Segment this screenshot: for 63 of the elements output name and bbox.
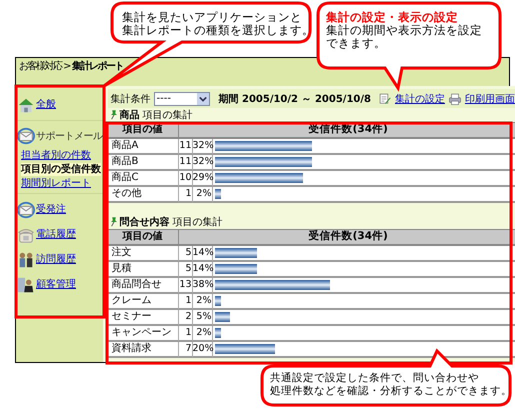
table-cell: 2% xyxy=(192,326,212,342)
table-cell: 見積 xyxy=(108,262,178,278)
section-title: 問合せ内容 項目の集計 xyxy=(120,215,223,229)
condition-label: 集計条件 xyxy=(110,92,150,106)
table-cell: 29% xyxy=(192,171,212,187)
menu-link[interactable]: 受発注 xyxy=(36,203,66,216)
section-title: 商品 項目の集計 xyxy=(120,108,193,122)
table-cell: 注文 xyxy=(108,246,178,262)
table-cell: 11 xyxy=(178,139,192,155)
printer-icon xyxy=(448,92,462,106)
mail-icon xyxy=(17,200,35,220)
menu-link[interactable]: 電話履歴 xyxy=(36,228,76,241)
table-cell: 5 xyxy=(178,246,192,262)
column-header: 項目の値 xyxy=(108,230,178,246)
menu-link[interactable]: 訪問履歴 xyxy=(36,253,76,266)
mail-icon xyxy=(17,126,35,146)
table-cell: 38% xyxy=(192,278,212,294)
breadcrumb: お客様対応 > 集計レポート xyxy=(19,60,123,73)
table-cell: 32% xyxy=(192,139,212,155)
table-cell: セミナー xyxy=(108,310,178,326)
callout-text: 共通設定で設定した条件で、問い合わせや xyxy=(270,372,480,385)
table-cell: 2% xyxy=(192,187,212,203)
table-cell: クレーム xyxy=(108,294,178,310)
menu-link[interactable]: 顧客管理 xyxy=(36,278,76,291)
table-cell: 7 xyxy=(178,342,192,358)
table-cell: 32% xyxy=(192,155,212,171)
callout-text: 集計を見たいアプリケーションと xyxy=(122,11,303,24)
table-cell: 1 xyxy=(178,187,192,203)
table-cell: 14% xyxy=(192,262,212,278)
table-cell: 1 xyxy=(178,326,192,342)
menu-link[interactable]: 期間別レポート xyxy=(21,176,91,190)
menu-link[interactable]: 項目別の受信件数 xyxy=(21,162,101,176)
table-cell: 資料請求 xyxy=(108,342,178,358)
callout-text: できます。 xyxy=(326,37,387,50)
table-cell: 14% xyxy=(192,246,212,262)
callout-text: 処理件数などを確認・分析することができます。 xyxy=(270,385,512,398)
document-edit-icon xyxy=(378,92,392,106)
table-cell: 2% xyxy=(192,294,212,310)
table-cell: 11 xyxy=(178,155,192,171)
toolbar-link[interactable]: 印刷用画面 xyxy=(464,92,515,106)
callout-text: 集計の期間や表示方法を設定 xyxy=(326,24,482,37)
table-cell: 商品問合せ xyxy=(108,278,178,294)
table-cell: その他 xyxy=(108,187,178,203)
table-cell: 1 xyxy=(178,294,192,310)
table-cell: 商品C xyxy=(108,171,178,187)
column-header: 受信件数(34件) xyxy=(178,230,515,246)
table-cell: 10 xyxy=(178,171,192,187)
menu-link[interactable]: 担当者別の件数 xyxy=(21,148,91,162)
period-label: 期間 2005/10/2 ～ 2005/10/8 xyxy=(218,92,371,106)
table-cell: 商品B xyxy=(108,155,178,171)
menu-link[interactable]: 全般 xyxy=(36,98,56,111)
callout-title: 集計の設定・表示の設定 xyxy=(326,11,459,24)
table-cell: 5 xyxy=(178,262,192,278)
table-cell: 5% xyxy=(192,310,212,326)
table-cell: 20% xyxy=(192,342,212,358)
table-cell: 13 xyxy=(178,278,192,294)
callout-text: 集計レポートの種類を選択します。 xyxy=(122,24,314,37)
menu-group-label: サポートメール xyxy=(36,130,102,142)
toolbar-link[interactable]: 集計の設定 xyxy=(394,92,445,106)
table-cell: 商品A xyxy=(108,139,178,155)
condition-dropdown[interactable]: ---- xyxy=(154,92,210,106)
table-cell: 2 xyxy=(178,310,192,326)
table-cell: キャンペーン xyxy=(108,326,178,342)
